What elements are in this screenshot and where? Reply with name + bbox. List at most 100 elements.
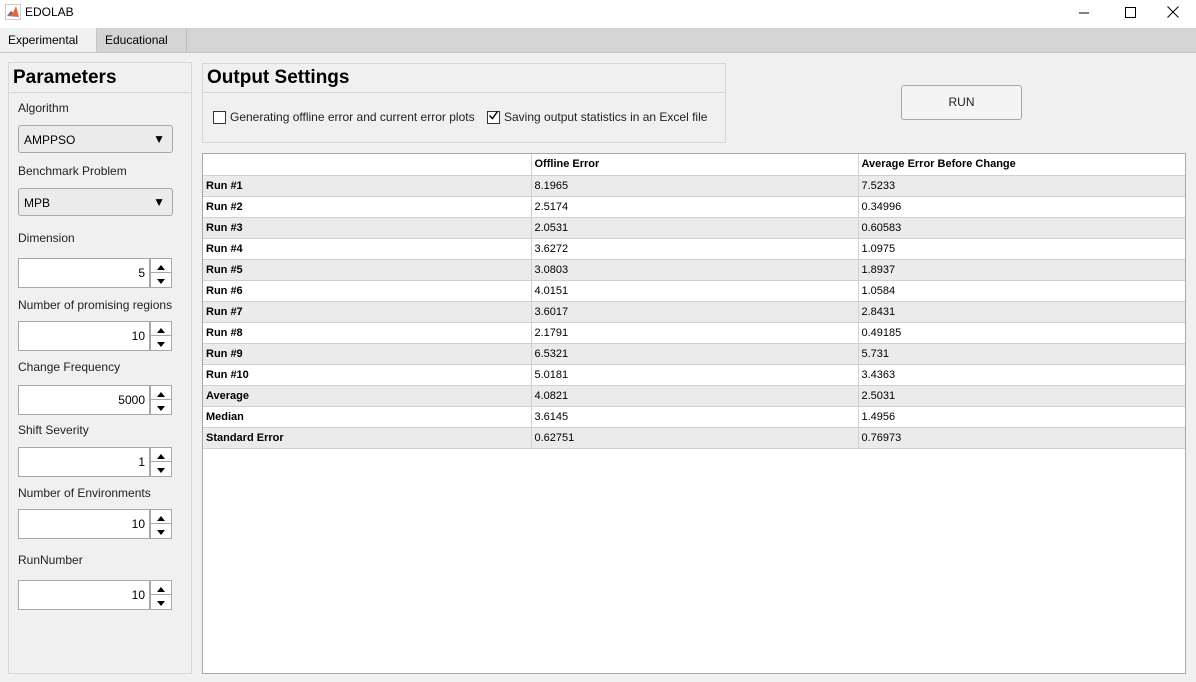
change-frequency-decrement-button[interactable] bbox=[150, 400, 172, 415]
table-cell[interactable]: 2.8431 bbox=[857, 300, 1185, 323]
table-row[interactable]: Standard Error 0.62751 0.76973 bbox=[203, 426, 1185, 449]
row-label-cell[interactable]: Average bbox=[203, 384, 532, 407]
run-number-input[interactable]: 10 bbox=[18, 580, 150, 610]
regions-decrement-button[interactable] bbox=[150, 336, 172, 351]
row-label-cell[interactable]: Run #7 bbox=[203, 300, 532, 323]
table-row[interactable]: Median 3.6145 1.4956 bbox=[203, 405, 1185, 428]
table-cell[interactable]: 3.4363 bbox=[857, 363, 1185, 386]
table-row[interactable]: Run #1 8.1965 7.5233 bbox=[203, 174, 1185, 197]
regions-label: Number of promising regions bbox=[18, 298, 173, 312]
plots-checkbox-label: Generating offline error and current err… bbox=[230, 110, 475, 124]
regions-increment-button[interactable] bbox=[150, 321, 172, 336]
table-cell[interactable]: 0.76973 bbox=[857, 426, 1185, 449]
row-label-cell[interactable]: Run #9 bbox=[203, 342, 532, 365]
shift-severity-input[interactable]: 1 bbox=[18, 447, 150, 477]
algorithm-dropdown[interactable]: AMPPSO ▼ bbox=[18, 125, 173, 153]
row-label-cell[interactable]: Run #6 bbox=[203, 279, 532, 302]
run-number-decrement-button[interactable] bbox=[150, 595, 172, 610]
tab-experimental[interactable]: Experimental bbox=[0, 28, 97, 52]
row-label-cell[interactable]: Run #2 bbox=[203, 195, 532, 218]
table-cell[interactable]: 1.0975 bbox=[857, 237, 1185, 260]
table-row[interactable]: Run #4 3.6272 1.0975 bbox=[203, 237, 1185, 260]
table-row[interactable]: Run #6 4.0151 1.0584 bbox=[203, 279, 1185, 302]
environments-input[interactable]: 10 bbox=[18, 509, 150, 539]
table-cell[interactable]: 0.62751 bbox=[530, 426, 859, 449]
tab-strip: Experimental Educational bbox=[0, 28, 1196, 53]
minimize-button[interactable] bbox=[1061, 0, 1107, 24]
table-cell[interactable]: 4.0821 bbox=[530, 384, 859, 407]
table-row[interactable]: Run #3 2.0531 0.60583 bbox=[203, 216, 1185, 239]
row-label-cell[interactable]: Run #4 bbox=[203, 237, 532, 260]
excel-checkbox[interactable]: Saving output statistics in an Excel fil… bbox=[487, 110, 707, 124]
table-cell[interactable]: 8.1965 bbox=[530, 174, 859, 197]
spin-down-icon bbox=[157, 524, 165, 538]
dimension-increment-button[interactable] bbox=[150, 258, 172, 273]
table-cell[interactable]: 1.0584 bbox=[857, 279, 1185, 302]
table-cell[interactable]: 0.60583 bbox=[857, 216, 1185, 239]
table-row[interactable]: Run #7 3.6017 2.8431 bbox=[203, 300, 1185, 323]
table-cell[interactable]: 6.5321 bbox=[530, 342, 859, 365]
table-cell[interactable]: 4.0151 bbox=[530, 279, 859, 302]
change-frequency-input[interactable]: 5000 bbox=[18, 385, 150, 415]
table-cell[interactable]: 0.49185 bbox=[857, 321, 1185, 344]
tab-educational[interactable]: Educational bbox=[97, 28, 187, 52]
shift-severity-decrement-button[interactable] bbox=[150, 462, 172, 477]
regions-input[interactable]: 10 bbox=[18, 321, 150, 351]
output-settings-title: Output Settings bbox=[207, 67, 350, 88]
column-header-average-error[interactable]: Average Error Before Change bbox=[857, 154, 1185, 176]
column-header-offline-error[interactable]: Offline Error bbox=[530, 154, 859, 176]
benchmark-dropdown[interactable]: MPB ▼ bbox=[18, 188, 173, 216]
close-button[interactable] bbox=[1150, 0, 1196, 24]
column-header[interactable] bbox=[203, 154, 532, 176]
table-row[interactable]: Run #9 6.5321 5.731 bbox=[203, 342, 1185, 365]
table-cell[interactable]: 2.1791 bbox=[530, 321, 859, 344]
table-cell[interactable]: 2.5031 bbox=[857, 384, 1185, 407]
algorithm-label: Algorithm bbox=[18, 101, 69, 115]
table-cell[interactable]: 0.34996 bbox=[857, 195, 1185, 218]
table-row[interactable]: Average 4.0821 2.5031 bbox=[203, 384, 1185, 407]
table-row[interactable]: Run #8 2.1791 0.49185 bbox=[203, 321, 1185, 344]
table-row[interactable]: Run #5 3.0803 1.8937 bbox=[203, 258, 1185, 281]
plots-checkbox[interactable]: Generating offline error and current err… bbox=[213, 110, 475, 124]
plots-checkbox-box[interactable] bbox=[213, 110, 226, 124]
shift-severity-stepper: 1 bbox=[18, 447, 172, 477]
run-button[interactable]: RUN bbox=[901, 85, 1022, 120]
parameters-panel: Parameters Algorithm AMPPSO ▼ Benchmark … bbox=[8, 62, 192, 674]
matlab-logo-icon bbox=[5, 4, 21, 20]
spin-up-icon bbox=[157, 448, 165, 462]
spin-up-icon bbox=[157, 510, 165, 524]
row-label-cell[interactable]: Run #10 bbox=[203, 363, 532, 386]
row-label-cell[interactable]: Run #1 bbox=[203, 174, 532, 197]
table-row[interactable]: Run #10 5.0181 3.4363 bbox=[203, 363, 1185, 386]
environments-decrement-button[interactable] bbox=[150, 524, 172, 539]
environments-increment-button[interactable] bbox=[150, 509, 172, 524]
table-cell[interactable]: 5.731 bbox=[857, 342, 1185, 365]
table-cell[interactable]: 3.6017 bbox=[530, 300, 859, 323]
run-number-increment-button[interactable] bbox=[150, 580, 172, 595]
shift-severity-increment-button[interactable] bbox=[150, 447, 172, 462]
table-cell[interactable]: 2.0531 bbox=[530, 216, 859, 239]
table-cell[interactable]: 7.5233 bbox=[857, 174, 1185, 197]
table-cell[interactable]: 1.8937 bbox=[857, 258, 1185, 281]
table-cell[interactable]: 3.0803 bbox=[530, 258, 859, 281]
row-label-cell[interactable]: Run #5 bbox=[203, 258, 532, 281]
table-cell[interactable]: 3.6272 bbox=[530, 237, 859, 260]
table-cell[interactable]: 2.5174 bbox=[530, 195, 859, 218]
environments-stepper: 10 bbox=[18, 509, 172, 539]
table-cell[interactable]: 3.6145 bbox=[530, 405, 859, 428]
row-label-cell[interactable]: Standard Error bbox=[203, 426, 532, 449]
row-label-cell[interactable]: Run #3 bbox=[203, 216, 532, 239]
maximize-button[interactable] bbox=[1107, 0, 1153, 24]
table-cell[interactable]: 5.0181 bbox=[530, 363, 859, 386]
dimension-decrement-button[interactable] bbox=[150, 273, 172, 288]
results-table[interactable]: Offline Error Average Error Before Chang… bbox=[202, 153, 1186, 674]
dimension-input[interactable]: 5 bbox=[18, 258, 150, 288]
change-frequency-increment-button[interactable] bbox=[150, 385, 172, 400]
row-label-cell[interactable]: Median bbox=[203, 405, 532, 428]
spin-down-icon bbox=[157, 400, 165, 414]
table-cell[interactable]: 1.4956 bbox=[857, 405, 1185, 428]
row-label-cell[interactable]: Run #8 bbox=[203, 321, 532, 344]
table-row[interactable]: Run #2 2.5174 0.34996 bbox=[203, 195, 1185, 218]
excel-checkbox-box[interactable] bbox=[487, 110, 500, 124]
spin-down-icon bbox=[157, 462, 165, 476]
